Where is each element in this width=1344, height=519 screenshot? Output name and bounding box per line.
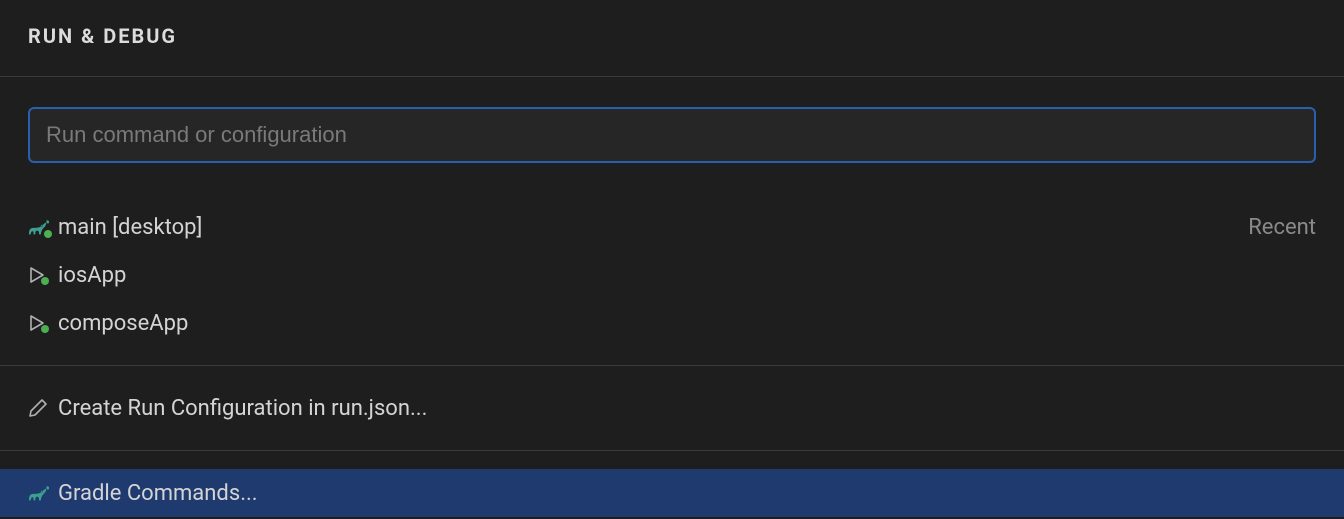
panel-title: RUN & DEBUG — [28, 24, 1316, 48]
create-run-config-label: Create Run Configuration in run.json... — [58, 396, 1316, 421]
configurations-list: main [desktop] Recent iosApp composeApp — [0, 163, 1344, 517]
gradle-commands-item[interactable]: Gradle Commands... — [0, 469, 1344, 517]
create-run-configuration-item[interactable]: Create Run Configuration in run.json... — [0, 384, 1344, 432]
gradle-icon — [28, 484, 58, 502]
run-config-label: iosApp — [58, 263, 1316, 288]
list-divider — [0, 450, 1344, 451]
pencil-icon — [28, 398, 58, 418]
panel-header: RUN & DEBUG — [0, 0, 1344, 77]
run-command-input[interactable] — [28, 107, 1316, 163]
gradle-commands-label: Gradle Commands... — [58, 481, 1316, 506]
run-config-composeapp[interactable]: composeApp — [0, 299, 1344, 347]
run-config-label: main [desktop] — [58, 215, 1248, 240]
play-icon — [28, 266, 58, 284]
search-container — [0, 77, 1344, 163]
run-config-label: composeApp — [58, 311, 1316, 336]
gradle-icon — [28, 218, 58, 236]
play-icon — [28, 314, 58, 332]
list-divider — [0, 365, 1344, 366]
recent-hint: Recent — [1248, 215, 1316, 240]
run-config-main-desktop[interactable]: main [desktop] Recent — [0, 203, 1344, 251]
run-config-iosapp[interactable]: iosApp — [0, 251, 1344, 299]
